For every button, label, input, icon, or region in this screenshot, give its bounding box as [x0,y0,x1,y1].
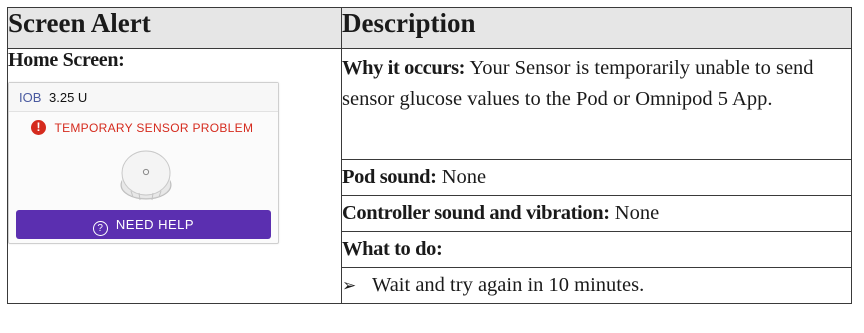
why-label: Why it occurs: [342,57,466,79]
step-text: Wait and try again in 10 minutes. [372,274,645,296]
alert-table: Screen Alert Description Home Screen: IO… [7,7,852,304]
question-icon: ? [92,221,108,236]
arrow-bullet-icon: ➢ [342,276,357,295]
controller-sound-cell: Controller sound and vibration: None [341,195,852,232]
alert-message: TEMPORARY SENSOR PROBLEM [54,120,254,135]
home-screen-screenshot: IOB 3.25 U ! TEMPORARY SENSOR PROBLEM ? N… [8,82,279,244]
what-to-do-cell: What to do: [341,231,852,268]
pod-sound-cell: Pod sound: None [341,159,852,196]
pod-sound-value: None [441,166,487,188]
need-help-label: NEED HELP [115,217,195,232]
iob-bar: IOB 3.25 U [9,83,278,112]
home-screen-label: Home Screen: [8,49,125,71]
controller-sound-value: None [614,202,660,224]
why-it-occurs-cell: Why it occurs: Your Sensor is temporaril… [341,48,852,160]
iob-value: 3.25 U [49,90,88,105]
pod-sound-label: Pod sound: [342,166,437,188]
sensor-icon [120,150,172,201]
step-cell: ➢ Wait and try again in 10 minutes. [341,267,852,304]
header-description: Description [341,7,852,49]
what-to-do-label: What to do: [342,238,443,260]
exclamation-icon: ! [31,120,46,136]
sensor-alert: ! TEMPORARY SENSOR PROBLEM [31,119,253,137]
iob-label: IOB [19,90,42,105]
header-screen-alert: Screen Alert [7,7,342,49]
screen-alert-cell: Home Screen: IOB 3.25 U ! TEMPORARY SENS… [7,48,342,304]
need-help-button[interactable]: ? NEED HELP [16,210,271,239]
controller-sound-label: Controller sound and vibration: [342,202,610,224]
